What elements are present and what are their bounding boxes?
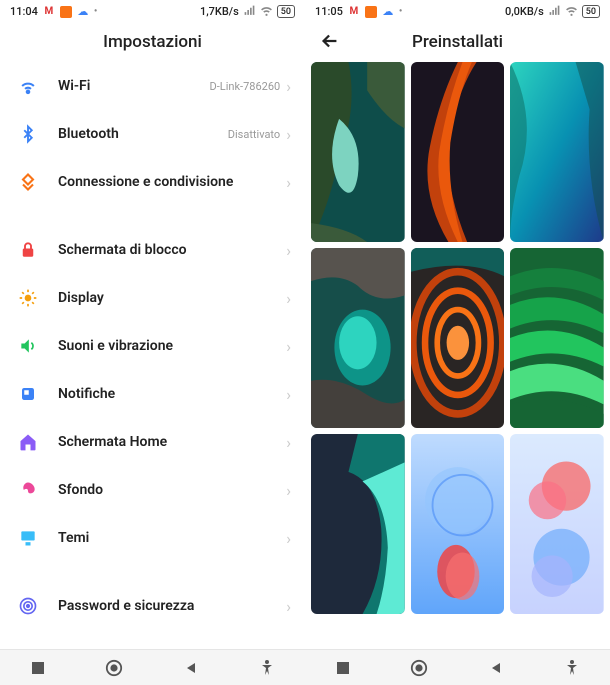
settings-item-themes[interactable]: Temi › <box>0 514 305 562</box>
settings-list[interactable]: Wi-Fi D-Link-786260 › Bluetooth Disattiv… <box>0 62 305 685</box>
gmail-icon: M <box>43 6 55 18</box>
settings-item-lockscreen[interactable]: Schermata di blocco › <box>0 226 305 274</box>
app-icon <box>60 6 72 18</box>
chevron-right-icon: › <box>286 125 291 144</box>
wallpaper-thumb[interactable] <box>411 434 505 614</box>
gmail-icon: M <box>348 6 360 18</box>
home-icon <box>16 432 40 452</box>
wallpaper-icon <box>16 480 40 500</box>
nav-recent-button[interactable] <box>333 658 353 678</box>
wallpaper-thumb[interactable] <box>510 248 604 428</box>
page-title: Preinstallati <box>412 32 503 52</box>
lock-icon <box>16 240 40 260</box>
wallpapers-header: Preinstallati <box>305 22 610 62</box>
nav-back-button[interactable] <box>486 658 506 678</box>
network-speed: 0,0KB/s <box>505 5 544 18</box>
wifi-icon <box>16 76 40 96</box>
row-label: Temi <box>58 530 286 546</box>
chevron-right-icon: › <box>286 241 291 260</box>
nav-back-button[interactable] <box>181 658 201 678</box>
chevron-right-icon: › <box>286 173 291 192</box>
status-time: 11:05 <box>315 5 343 18</box>
row-label: Wi-Fi <box>58 78 210 94</box>
status-bar-left: 11:04 M ☁ • 1,7KB/s 50 <box>0 0 305 22</box>
settings-item-security[interactable]: Password e sicurezza › <box>0 582 305 630</box>
wallpaper-thumb[interactable] <box>510 434 604 614</box>
settings-item-wifi[interactable]: Wi-Fi D-Link-786260 › <box>0 62 305 110</box>
app-icon <box>365 6 377 18</box>
settings-item-sound[interactable]: Suoni e vibrazione › <box>0 322 305 370</box>
settings-item-display[interactable]: Display › <box>0 274 305 322</box>
weather-icon: ☁ <box>382 6 394 18</box>
settings-header: Impostazioni <box>0 22 305 62</box>
nav-home-button[interactable] <box>409 658 429 678</box>
chevron-right-icon: › <box>286 529 291 548</box>
sun-icon <box>16 288 40 308</box>
wallpaper-thumb[interactable] <box>411 248 505 428</box>
settings-item-home[interactable]: Schermata Home › <box>0 418 305 466</box>
chevron-right-icon: › <box>286 385 291 404</box>
nav-accessibility-button[interactable] <box>257 658 277 678</box>
row-value: D-Link-786260 <box>210 80 281 93</box>
chevron-right-icon: › <box>286 289 291 308</box>
row-label: Schermata di blocco <box>58 242 286 258</box>
android-nav-bar <box>0 649 610 685</box>
page-title: Impostazioni <box>103 32 202 52</box>
row-label: Password e sicurezza <box>58 598 286 614</box>
settings-item-connection[interactable]: Connessione e condivisione › <box>0 158 305 206</box>
chevron-right-icon: › <box>286 597 291 616</box>
nav-accessibility-button[interactable] <box>562 658 582 678</box>
settings-item-notifications[interactable]: Notifiche › <box>0 370 305 418</box>
row-label: Notifiche <box>58 386 286 402</box>
wallpaper-thumb[interactable] <box>311 62 405 242</box>
battery-icon: 50 <box>582 5 600 18</box>
more-icon: • <box>94 6 98 17</box>
row-label: Display <box>58 290 286 306</box>
signal-icon <box>243 4 256 20</box>
more-icon: • <box>399 6 403 17</box>
wifi-status-icon <box>565 4 578 20</box>
fingerprint-icon <box>16 596 40 616</box>
settings-item-bluetooth[interactable]: Bluetooth Disattivato › <box>0 110 305 158</box>
wallpaper-thumb[interactable] <box>311 248 405 428</box>
row-label: Suoni e vibrazione <box>58 338 286 354</box>
back-button[interactable] <box>319 30 341 57</box>
signal-icon <box>548 4 561 20</box>
nav-recent-button[interactable] <box>28 658 48 678</box>
wallpaper-grid[interactable] <box>305 62 610 685</box>
status-bar-right: 11:05 M ☁ • 0,0KB/s 50 <box>305 0 610 22</box>
settings-screen: 11:04 M ☁ • 1,7KB/s 50 Impostazioni Wi-F… <box>0 0 305 685</box>
chevron-right-icon: › <box>286 481 291 500</box>
network-speed: 1,7KB/s <box>200 5 239 18</box>
wallpaper-thumb[interactable] <box>510 62 604 242</box>
wifi-status-icon <box>260 4 273 20</box>
status-time: 11:04 <box>10 5 38 18</box>
share-icon <box>16 172 40 192</box>
bluetooth-icon <box>16 124 40 144</box>
settings-item-wallpaper[interactable]: Sfondo › <box>0 466 305 514</box>
row-label: Sfondo <box>58 482 286 498</box>
bell-icon <box>16 384 40 404</box>
row-label: Schermata Home <box>58 434 286 450</box>
chevron-right-icon: › <box>286 77 291 96</box>
row-value: Disattivato <box>228 128 280 141</box>
weather-icon: ☁ <box>77 6 89 18</box>
chevron-right-icon: › <box>286 337 291 356</box>
nav-home-button[interactable] <box>104 658 124 678</box>
battery-icon: 50 <box>277 5 295 18</box>
row-label: Connessione e condivisione <box>58 174 286 190</box>
themes-icon <box>16 528 40 548</box>
wallpapers-screen: 11:05 M ☁ • 0,0KB/s 50 Preinstallati <box>305 0 610 685</box>
wallpaper-thumb[interactable] <box>311 434 405 614</box>
wallpaper-thumb[interactable] <box>411 62 505 242</box>
chevron-right-icon: › <box>286 433 291 452</box>
volume-icon <box>16 336 40 356</box>
row-label: Bluetooth <box>58 126 228 142</box>
